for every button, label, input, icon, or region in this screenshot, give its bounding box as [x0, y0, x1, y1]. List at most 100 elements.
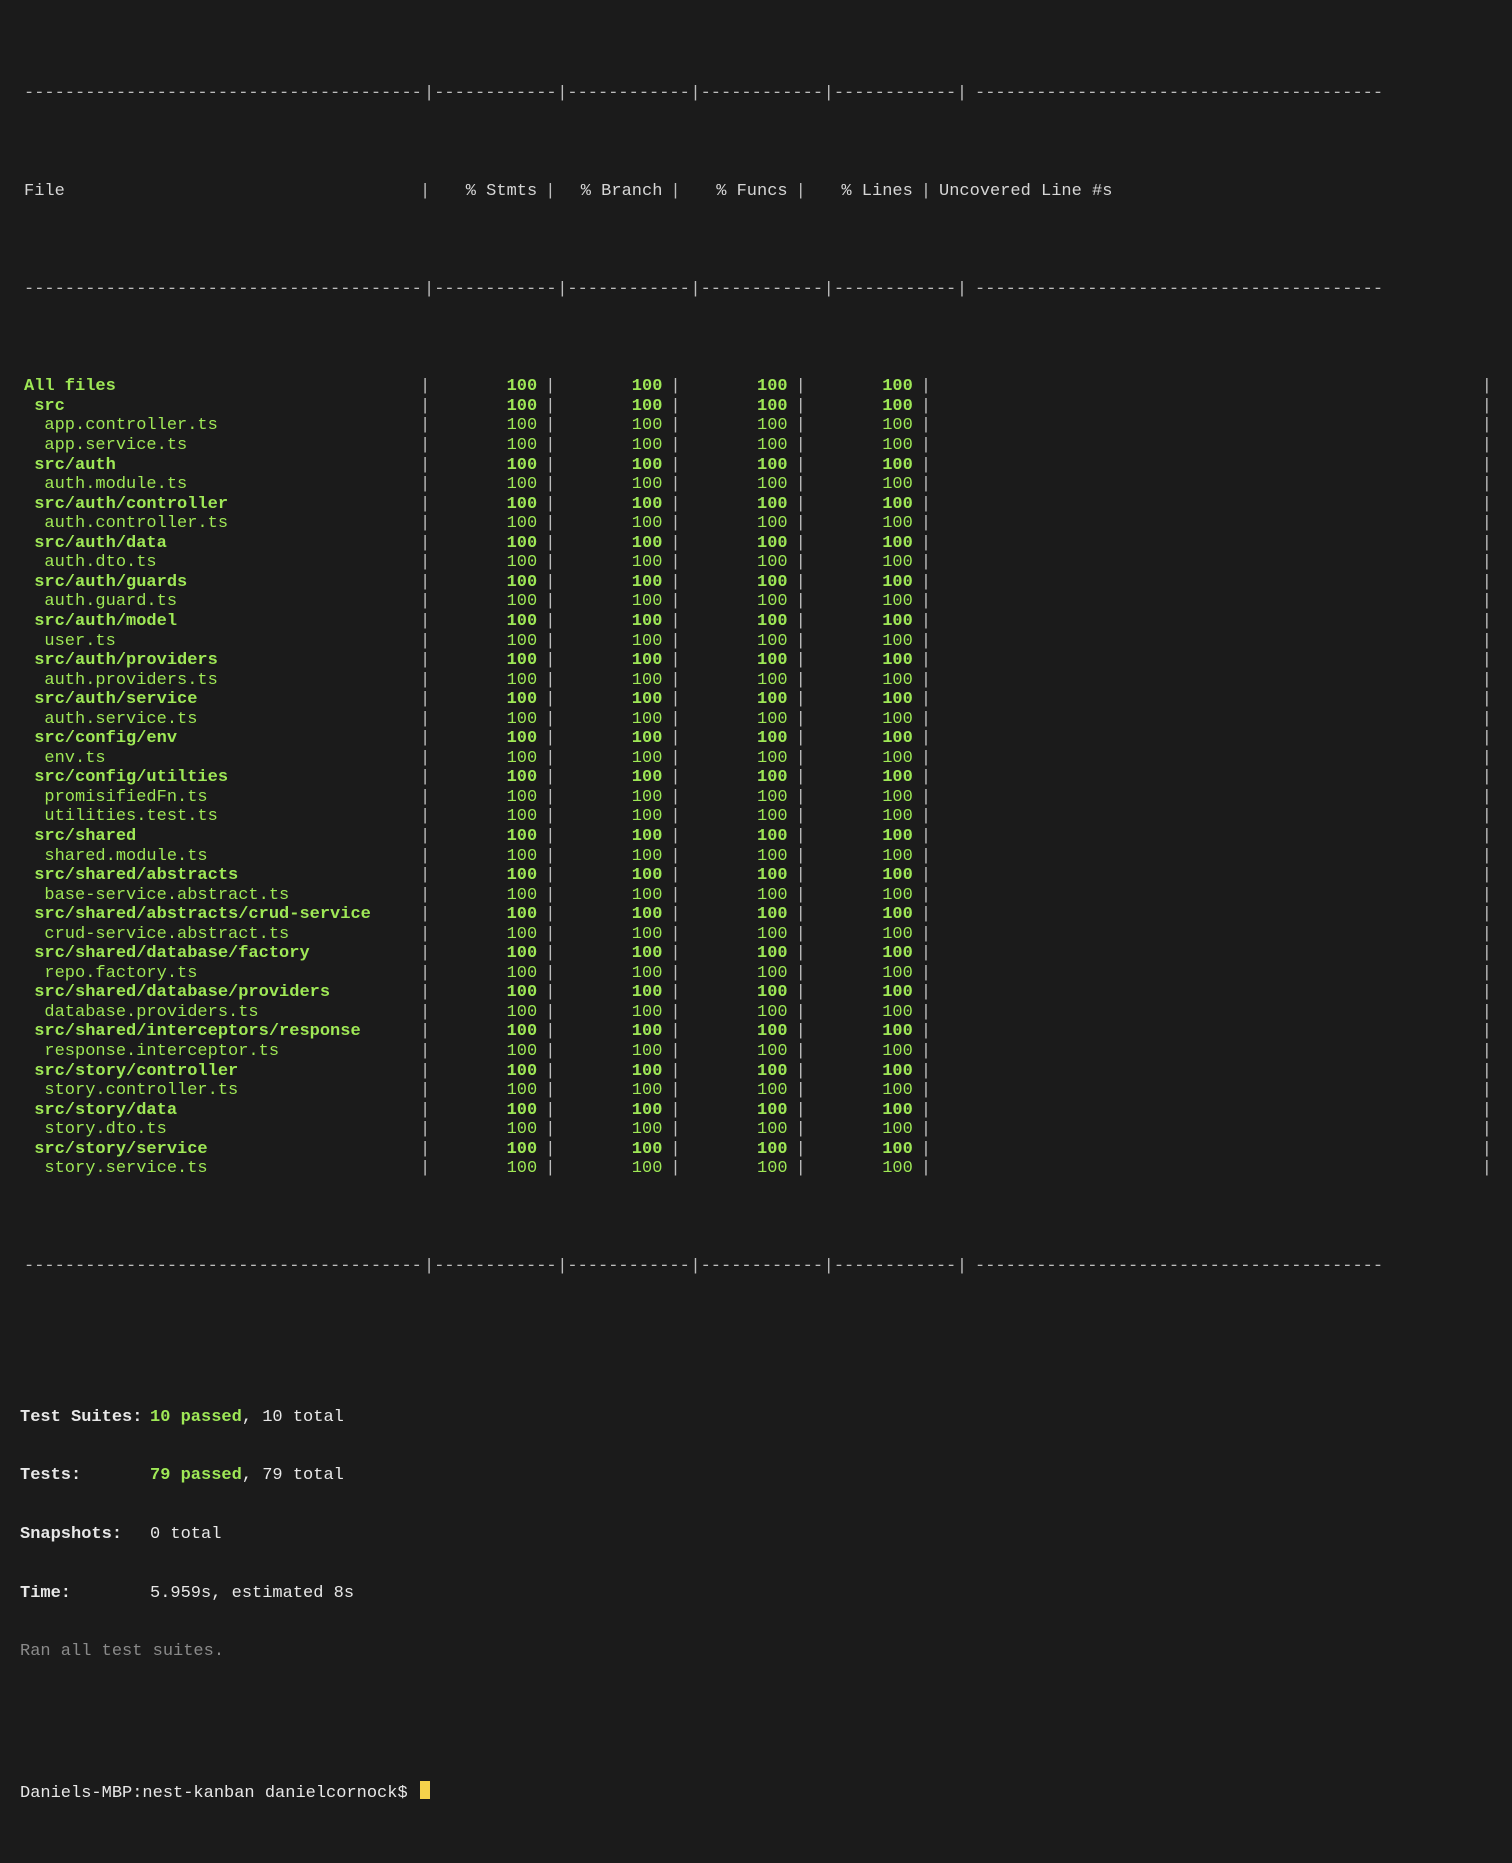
coverage-funcs-cell: 100 — [681, 710, 796, 730]
coverage-stmts-cell: 100 — [430, 866, 545, 886]
coverage-row: src/shared/database/providers|100|100|10… — [0, 983, 1512, 1003]
coverage-branch-cell: 100 — [555, 573, 670, 593]
coverage-file-cell: env.ts — [20, 749, 420, 769]
coverage-row: src/auth|100|100|100|100|| — [0, 456, 1512, 476]
coverage-uncovered-cell — [931, 768, 1482, 788]
coverage-file-cell: auth.service.ts — [20, 710, 420, 730]
shell-prompt[interactable]: Daniels-MBP:nest-kanban danielcornock$ — [0, 1779, 1512, 1804]
coverage-header-row: File| % Stmts| % Branch| % Funcs| % Line… — [0, 182, 1512, 202]
coverage-row: auth.controller.ts|100|100|100|100|| — [0, 514, 1512, 534]
coverage-row: database.providers.ts|100|100|100|100|| — [0, 1003, 1512, 1023]
coverage-funcs-cell: 100 — [681, 475, 796, 495]
coverage-lines-cell: 100 — [806, 729, 921, 749]
coverage-lines-cell: 100 — [806, 514, 921, 534]
header-file: File — [20, 182, 420, 202]
coverage-uncovered-cell — [931, 925, 1482, 945]
coverage-branch-cell: 100 — [555, 475, 670, 495]
coverage-file-cell: src/story/service — [20, 1140, 420, 1160]
coverage-branch-cell: 100 — [555, 788, 670, 808]
coverage-funcs-cell: 100 — [681, 514, 796, 534]
coverage-uncovered-cell — [931, 1140, 1482, 1160]
coverage-lines-cell: 100 — [806, 1101, 921, 1121]
coverage-funcs-cell: 100 — [681, 612, 796, 632]
coverage-uncovered-cell — [931, 416, 1482, 436]
coverage-row: user.ts|100|100|100|100|| — [0, 632, 1512, 652]
coverage-row: auth.guard.ts|100|100|100|100|| — [0, 592, 1512, 612]
coverage-row: auth.service.ts|100|100|100|100|| — [0, 710, 1512, 730]
coverage-row: src/story/service|100|100|100|100|| — [0, 1140, 1512, 1160]
coverage-file-cell: utilities.test.ts — [20, 807, 420, 827]
coverage-lines-cell: 100 — [806, 397, 921, 417]
coverage-funcs-cell: 100 — [681, 592, 796, 612]
coverage-file-cell: base-service.abstract.ts — [20, 886, 420, 906]
coverage-stmts-cell: 100 — [430, 905, 545, 925]
coverage-uncovered-cell — [931, 377, 1482, 397]
coverage-branch-cell: 100 — [555, 690, 670, 710]
coverage-branch-cell: 100 — [555, 1120, 670, 1140]
coverage-lines-cell: 100 — [806, 612, 921, 632]
coverage-row: src/auth/model|100|100|100|100|| — [0, 612, 1512, 632]
coverage-uncovered-cell — [931, 456, 1482, 476]
coverage-funcs-cell: 100 — [681, 377, 796, 397]
coverage-file-cell: src/auth/providers — [20, 651, 420, 671]
coverage-funcs-cell: 100 — [681, 632, 796, 652]
coverage-branch-cell: 100 — [555, 1159, 670, 1179]
coverage-stmts-cell: 100 — [430, 1120, 545, 1140]
coverage-uncovered-cell — [931, 1120, 1482, 1140]
coverage-funcs-cell: 100 — [681, 1140, 796, 1160]
coverage-lines-cell: 100 — [806, 632, 921, 652]
coverage-lines-cell: 100 — [806, 1081, 921, 1101]
coverage-funcs-cell: 100 — [681, 905, 796, 925]
coverage-uncovered-cell — [931, 397, 1482, 417]
coverage-lines-cell: 100 — [806, 1159, 921, 1179]
summary-snapshots: Snapshots:0 total — [20, 1525, 1492, 1545]
coverage-row: app.service.ts|100|100|100|100|| — [0, 436, 1512, 456]
coverage-branch-cell: 100 — [555, 749, 670, 769]
coverage-branch-cell: 100 — [555, 964, 670, 984]
coverage-funcs-cell: 100 — [681, 651, 796, 671]
coverage-uncovered-cell — [931, 495, 1482, 515]
coverage-branch-cell: 100 — [555, 436, 670, 456]
coverage-uncovered-cell — [931, 1081, 1482, 1101]
coverage-stmts-cell: 100 — [430, 886, 545, 906]
coverage-branch-cell: 100 — [555, 886, 670, 906]
coverage-uncovered-cell — [931, 1042, 1482, 1062]
coverage-row: auth.module.ts|100|100|100|100|| — [0, 475, 1512, 495]
header-uncovered: Uncovered Line #s — [931, 182, 1492, 202]
coverage-stmts-cell: 100 — [430, 1081, 545, 1101]
coverage-funcs-cell: 100 — [681, 1120, 796, 1140]
coverage-table-body: All files|100|100|100|100|| src|100|100|… — [0, 377, 1512, 1178]
coverage-lines-cell: 100 — [806, 1042, 921, 1062]
coverage-row: src/auth/providers|100|100|100|100|| — [0, 651, 1512, 671]
coverage-uncovered-cell — [931, 690, 1482, 710]
coverage-file-cell: src/shared/abstracts — [20, 866, 420, 886]
coverage-funcs-cell: 100 — [681, 573, 796, 593]
coverage-file-cell: story.controller.ts — [20, 1081, 420, 1101]
prompt-text: Daniels-MBP:nest-kanban danielcornock$ — [20, 1784, 418, 1803]
coverage-file-cell: response.interceptor.ts — [20, 1042, 420, 1062]
coverage-row: response.interceptor.ts|100|100|100|100|… — [0, 1042, 1512, 1062]
coverage-stmts-cell: 100 — [430, 416, 545, 436]
coverage-stmts-cell: 100 — [430, 456, 545, 476]
coverage-file-cell: auth.guard.ts — [20, 592, 420, 612]
coverage-funcs-cell: 100 — [681, 983, 796, 1003]
coverage-file-cell: src/auth/model — [20, 612, 420, 632]
coverage-row: src/auth/data|100|100|100|100|| — [0, 534, 1512, 554]
coverage-stmts-cell: 100 — [430, 768, 545, 788]
coverage-branch-cell: 100 — [555, 866, 670, 886]
coverage-uncovered-cell — [931, 573, 1482, 593]
coverage-branch-cell: 100 — [555, 729, 670, 749]
coverage-uncovered-cell — [931, 827, 1482, 847]
coverage-file-cell: src/shared/database/providers — [20, 983, 420, 1003]
coverage-rule-mid: ----------------------------------------… — [0, 280, 1512, 300]
coverage-lines-cell: 100 — [806, 690, 921, 710]
coverage-branch-cell: 100 — [555, 925, 670, 945]
coverage-row: src/auth/guards|100|100|100|100|| — [0, 573, 1512, 593]
coverage-branch-cell: 100 — [555, 1062, 670, 1082]
coverage-branch-cell: 100 — [555, 416, 670, 436]
coverage-file-cell: auth.dto.ts — [20, 553, 420, 573]
coverage-branch-cell: 100 — [555, 377, 670, 397]
coverage-branch-cell: 100 — [555, 1101, 670, 1121]
coverage-row: app.controller.ts|100|100|100|100|| — [0, 416, 1512, 436]
coverage-file-cell: src/shared/database/factory — [20, 944, 420, 964]
